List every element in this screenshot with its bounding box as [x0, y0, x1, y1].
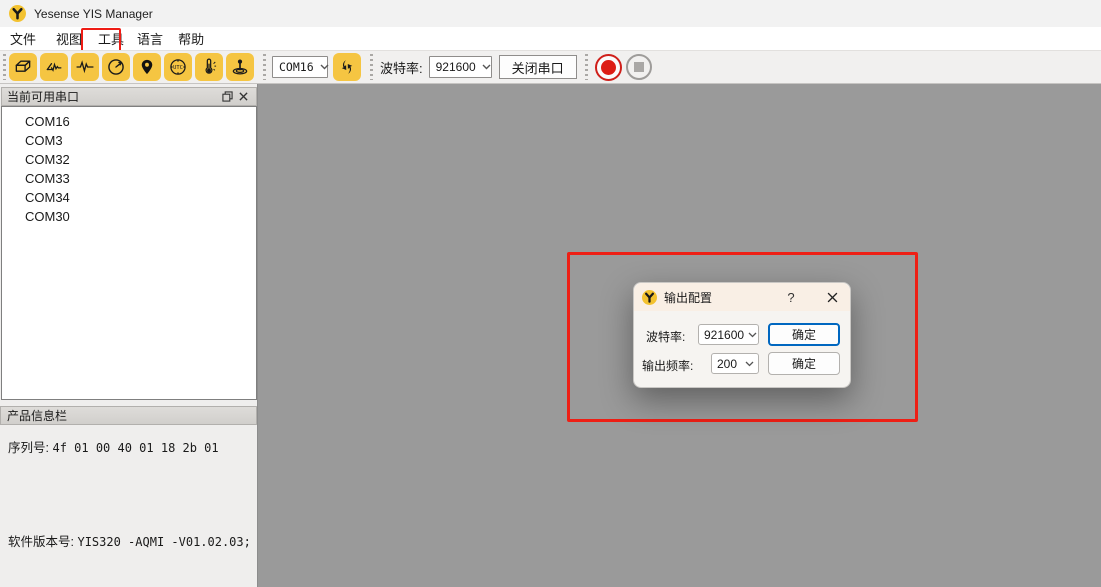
utc-clock-icon: UTC — [168, 57, 188, 77]
utc-clock-button[interactable]: UTC — [164, 53, 192, 81]
record-icon — [601, 60, 616, 75]
float-panel-button[interactable] — [219, 89, 235, 104]
menu-help[interactable]: 帮助 — [178, 26, 204, 51]
port-list-item[interactable]: COM3 — [2, 131, 256, 150]
calibration-stick-button[interactable] — [226, 53, 254, 81]
dialog-baud-confirm-button[interactable]: 确定 — [768, 323, 840, 346]
product-info-panel-header: 产品信息栏 — [0, 406, 257, 425]
dialog-baud-label: 波特率: — [646, 328, 685, 345]
attitude-wave-icon — [44, 57, 64, 77]
port-list-item[interactable]: COM32 — [2, 150, 256, 169]
port-select[interactable]: COM16 — [272, 56, 328, 78]
dialog-close-button[interactable] — [823, 288, 841, 306]
baud-rate-label: 波特率: — [380, 58, 423, 77]
gauge-icon — [106, 57, 126, 77]
svg-text:UTC: UTC — [173, 65, 183, 71]
chevron-down-icon — [741, 361, 754, 367]
dialog-baud-select[interactable]: 921600 — [698, 324, 759, 345]
toolbar-grip[interactable] — [370, 54, 373, 80]
toolbar-grip[interactable] — [263, 54, 266, 80]
software-version-label: 软件版本号: — [8, 535, 74, 549]
serial-ports-panel-title: 当前可用串口 — [7, 88, 219, 105]
product-info-title: 产品信息栏 — [7, 407, 67, 424]
dialog-freq-value: 200 — [717, 357, 737, 371]
chevron-down-icon — [476, 64, 491, 70]
port-list-item[interactable]: COM34 — [2, 188, 256, 207]
menu-tools[interactable]: 工具 — [98, 26, 124, 51]
raw-wave-button[interactable] — [71, 53, 99, 81]
port-list-item[interactable]: COM33 — [2, 169, 256, 188]
serial-number-line: 序列号: 4f 01 00 40 01 18 2b 01 — [8, 437, 219, 456]
float-icon — [222, 91, 233, 102]
app-window: Yesense YIS Manager 文件 视图 工具 语言 帮助 — [0, 0, 1101, 587]
dialog-help-button[interactable]: ? — [783, 290, 799, 305]
dialog-title: 输出配置 — [664, 289, 783, 306]
baud-rate-select[interactable]: 921600 — [429, 56, 492, 78]
software-version-value: YIS320 -AQMI -V01.02.03; — [77, 535, 250, 549]
serial-ports-panel-header: 当前可用串口 — [1, 87, 257, 106]
output-config-dialog: 输出配置 ? 波特率: 921600 确定 输出频率: 200 确定 — [633, 282, 851, 388]
calibration-stick-icon — [230, 57, 250, 77]
record-button[interactable] — [595, 54, 622, 81]
serial-port-list: COM16 COM3 COM32 COM33 COM34 COM30 — [1, 106, 257, 400]
chevron-down-icon — [314, 64, 329, 70]
left-dock-panel: 当前可用串口 COM16 COM3 COM32 COM33 COM34 COM3… — [0, 84, 258, 587]
port-list-item[interactable]: COM16 — [2, 112, 256, 131]
menu-bar: 文件 视图 工具 语言 帮助 — [0, 27, 1101, 50]
title-bar: Yesense YIS Manager — [0, 0, 1101, 27]
toolbar-grip[interactable] — [3, 54, 6, 80]
stop-icon — [634, 62, 644, 72]
thermometer-button[interactable] — [195, 53, 223, 81]
location-button[interactable] — [133, 53, 161, 81]
toolbar: UTC COM16 — [0, 50, 1101, 84]
gauge-button[interactable] — [102, 53, 130, 81]
app-logo-icon — [9, 5, 26, 22]
window-title: Yesense YIS Manager — [34, 7, 153, 21]
serial-number-label: 序列号: — [8, 441, 49, 455]
refresh-ports-button[interactable] — [333, 53, 361, 81]
software-version-line: 软件版本号: YIS320 -AQMI -V01.02.03; — [8, 531, 251, 550]
dialog-freq-select[interactable]: 200 — [711, 353, 759, 374]
cube-3d-icon — [13, 57, 33, 77]
close-port-button[interactable]: 关闭串口 — [499, 55, 577, 79]
menu-language[interactable]: 语言 — [137, 26, 163, 51]
chevron-down-icon — [744, 332, 757, 338]
serial-number-value: 4f 01 00 40 01 18 2b 01 — [52, 441, 218, 455]
dialog-baud-value: 921600 — [704, 328, 744, 342]
stop-button[interactable] — [626, 54, 652, 80]
cube-3d-button[interactable] — [9, 53, 37, 81]
baud-rate-value: 921600 — [436, 60, 476, 74]
close-panel-button[interactable] — [235, 89, 251, 104]
location-pin-icon — [138, 58, 156, 76]
dialog-freq-confirm-button[interactable]: 确定 — [768, 352, 840, 375]
dialog-freq-label: 输出频率: — [642, 357, 693, 374]
port-select-value: COM16 — [279, 60, 314, 74]
menu-view[interactable]: 视图 — [56, 26, 82, 51]
menu-file[interactable]: 文件 — [10, 26, 36, 51]
close-icon — [239, 92, 248, 101]
raw-wave-icon — [75, 57, 95, 77]
dialog-logo-icon — [642, 290, 657, 305]
thermometer-icon — [199, 57, 219, 77]
close-icon — [827, 292, 838, 303]
attitude-wave-button[interactable] — [40, 53, 68, 81]
port-list-item[interactable]: COM30 — [2, 207, 256, 226]
refresh-icon — [338, 58, 356, 76]
toolbar-grip[interactable] — [585, 54, 588, 80]
dialog-title-bar: 输出配置 ? — [634, 283, 850, 311]
